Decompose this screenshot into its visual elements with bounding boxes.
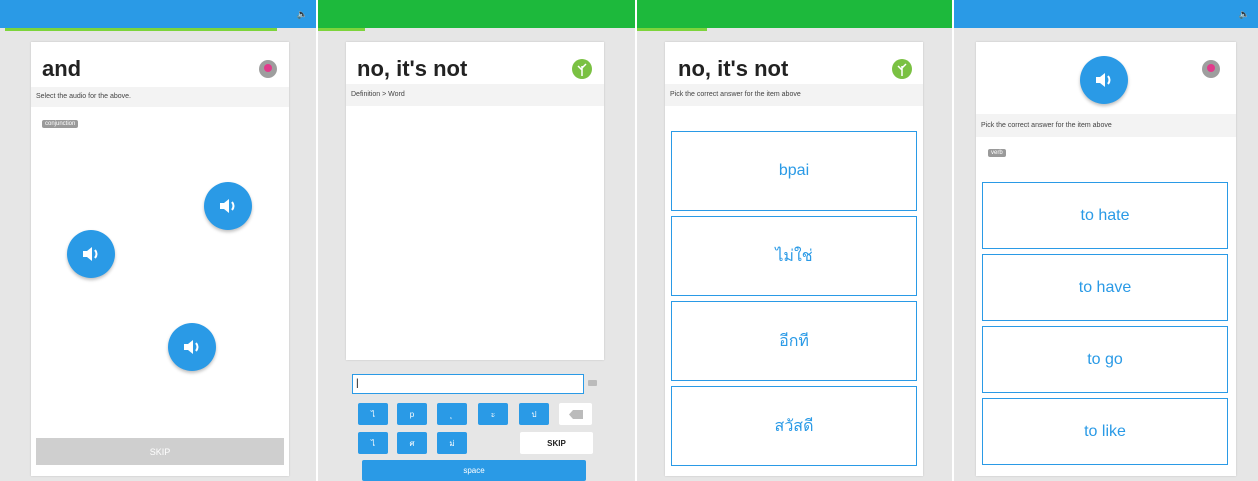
skip-button[interactable]: SKIP — [520, 432, 593, 454]
instruction: Pick the correct answer for the item abo… — [976, 114, 1236, 137]
panel-pick-answer-thai: no, it's not Pick the correct answer for… — [637, 0, 952, 481]
top-bar — [0, 0, 316, 28]
panel-select-audio: 🔈 and Select the audio for the above. co… — [0, 0, 316, 481]
speaker-icon — [220, 199, 235, 213]
answer-option[interactable]: อีกที — [671, 301, 917, 381]
speaker-icon — [1096, 73, 1111, 87]
keyboard-key[interactable]: ไ — [358, 403, 388, 425]
progress-bar — [318, 28, 365, 31]
input-cursor: | — [356, 378, 359, 389]
audio-option-button[interactable] — [67, 230, 115, 278]
instruction: Select the audio for the above. — [31, 87, 289, 107]
answer-option[interactable]: to go — [982, 326, 1228, 393]
prompt-word: no, it's not — [357, 56, 468, 81]
keyboard-key[interactable]: ป — [519, 403, 549, 425]
keyboard-key[interactable]: ม่ — [437, 432, 467, 454]
sprout-icon — [892, 59, 912, 79]
top-bar — [318, 0, 635, 28]
sound-toggle-icon[interactable]: 🔈 — [1239, 9, 1250, 20]
keyboard-key[interactable]: ุ — [437, 403, 467, 425]
audio-option-button[interactable] — [204, 182, 252, 230]
panel-pick-answer-audio: 🔈 Pick the correct answer for the item a… — [954, 0, 1258, 481]
backspace-key[interactable] — [559, 403, 592, 425]
flower-icon — [1202, 60, 1220, 78]
question-card: no, it's not Pick the correct answer for… — [665, 42, 923, 476]
keyboard-icon[interactable] — [588, 380, 597, 386]
keyboard-key[interactable]: ะ — [478, 403, 508, 425]
prompt-word: no, it's not — [678, 56, 789, 81]
panel-definition-to-word: no, it's not Definition > Word | ไ p ุ ะ… — [318, 0, 635, 481]
keyboard-key[interactable]: p — [397, 403, 427, 425]
top-bar — [954, 0, 1258, 28]
progress-bar — [637, 28, 707, 31]
top-bar — [637, 0, 952, 28]
prompt-word: and — [42, 56, 82, 81]
audio-option-button[interactable] — [168, 323, 216, 371]
sprout-icon — [572, 59, 592, 79]
answer-option[interactable]: to hate — [982, 182, 1228, 249]
speaker-icon — [184, 340, 199, 354]
backspace-icon — [568, 409, 583, 419]
question-card: no, it's not Definition > Word — [346, 42, 604, 360]
instruction: Definition > Word — [346, 84, 604, 106]
answer-option[interactable]: ไม่ใช่ — [671, 216, 917, 296]
answer-input[interactable]: | — [352, 374, 584, 394]
part-of-speech-tag: conjunction — [42, 120, 79, 128]
skip-button[interactable]: SKIP — [36, 438, 284, 465]
answer-option[interactable]: to like — [982, 398, 1228, 465]
answer-option[interactable]: to have — [982, 254, 1228, 321]
answer-option[interactable]: bpai — [671, 131, 917, 211]
progress-bar — [5, 28, 277, 31]
space-key[interactable]: space — [362, 460, 586, 481]
keyboard-key[interactable]: ศ — [397, 432, 427, 454]
play-audio-button[interactable] — [1080, 56, 1128, 104]
flower-icon — [259, 60, 277, 78]
keyboard-key[interactable]: ไ — [358, 432, 388, 454]
question-card: and Select the audio for the above. conj… — [31, 42, 289, 476]
instruction: Pick the correct answer for the item abo… — [665, 84, 923, 106]
speaker-icon — [83, 247, 98, 261]
part-of-speech-tag: verb — [988, 149, 1006, 157]
question-card: Pick the correct answer for the item abo… — [976, 42, 1236, 476]
sound-toggle-icon[interactable]: 🔈 — [297, 9, 308, 20]
answer-option[interactable]: สวัสดี — [671, 386, 917, 466]
